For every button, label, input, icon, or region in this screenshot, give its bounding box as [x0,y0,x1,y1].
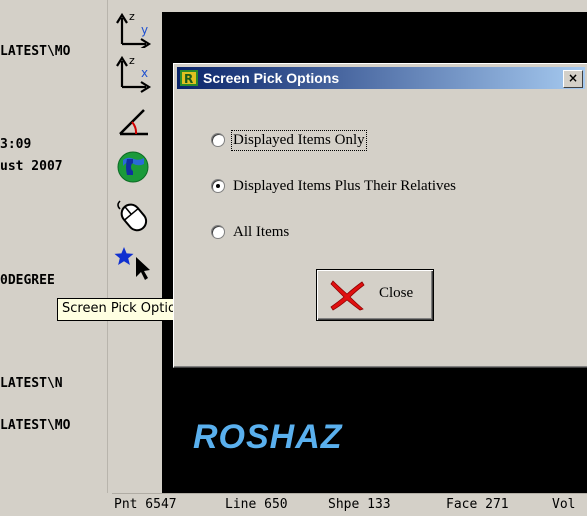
globe-phone-icon[interactable] [114,148,154,186]
svg-text:R: R [184,72,193,86]
option-all-items[interactable]: All Items [211,222,289,242]
option-displayed-items-only[interactable]: Displayed Items Only [211,129,367,151]
dialog-title: Screen Pick Options [203,70,340,86]
star-pick-icon[interactable] [114,245,154,283]
output-line: LATEST\MO [0,418,71,433]
status-line-count: Line 650 [225,497,288,512]
app-logo-icon: R [180,70,198,86]
status-point-count: Pnt 6547 [114,497,177,512]
option-label: Displayed Items Only [231,129,367,151]
svg-text:z: z [129,10,135,23]
svg-text:y: y [141,23,148,37]
dialog-titlebar[interactable]: R Screen Pick Options × [177,67,585,89]
option-label: All Items [233,223,290,240]
close-button-label: Close [379,285,414,301]
output-line: ust 2007 [0,159,63,174]
output-line: LATEST\N [0,376,63,391]
output-line: 3:09 [0,137,32,152]
status-bar: Pnt 6547 Line 650 Shpe 133 Face 271 Vol [112,493,587,516]
status-volume-count: Vol [552,497,576,512]
svg-text:z: z [129,55,135,67]
left-output-pane: LATEST\MO 3:09 ust 2007 0DEGREE LATEST\N… [0,0,112,493]
status-face-count: Face 271 [446,497,509,512]
radio-button-selected[interactable] [211,179,225,193]
vertical-toolbar: z y z x [107,0,163,493]
axis-zx-icon[interactable]: z x [114,54,154,93]
axis-zy-icon[interactable]: z y [114,10,154,50]
angle-icon[interactable] [114,104,154,142]
status-shape-count: Shpe 133 [328,497,391,512]
option-displayed-items-plus-relatives[interactable]: Displayed Items Plus Their Relatives [211,176,456,196]
radio-button[interactable] [211,225,225,239]
close-icon[interactable]: × [563,70,583,88]
output-line: LATEST\MO [0,44,71,59]
output-line: 0DEGREE [0,273,55,288]
mouse-icon[interactable] [114,197,154,235]
close-button[interactable]: Close [316,269,434,321]
brand-logo-text: ROSHAZ [193,418,343,456]
screen-pick-options-dialog: R Screen Pick Options × Displayed Items … [173,63,587,368]
radio-button[interactable] [211,133,225,147]
svg-text:x: x [141,66,148,80]
red-x-icon [329,279,365,311]
option-label: Displayed Items Plus Their Relatives [233,177,457,194]
